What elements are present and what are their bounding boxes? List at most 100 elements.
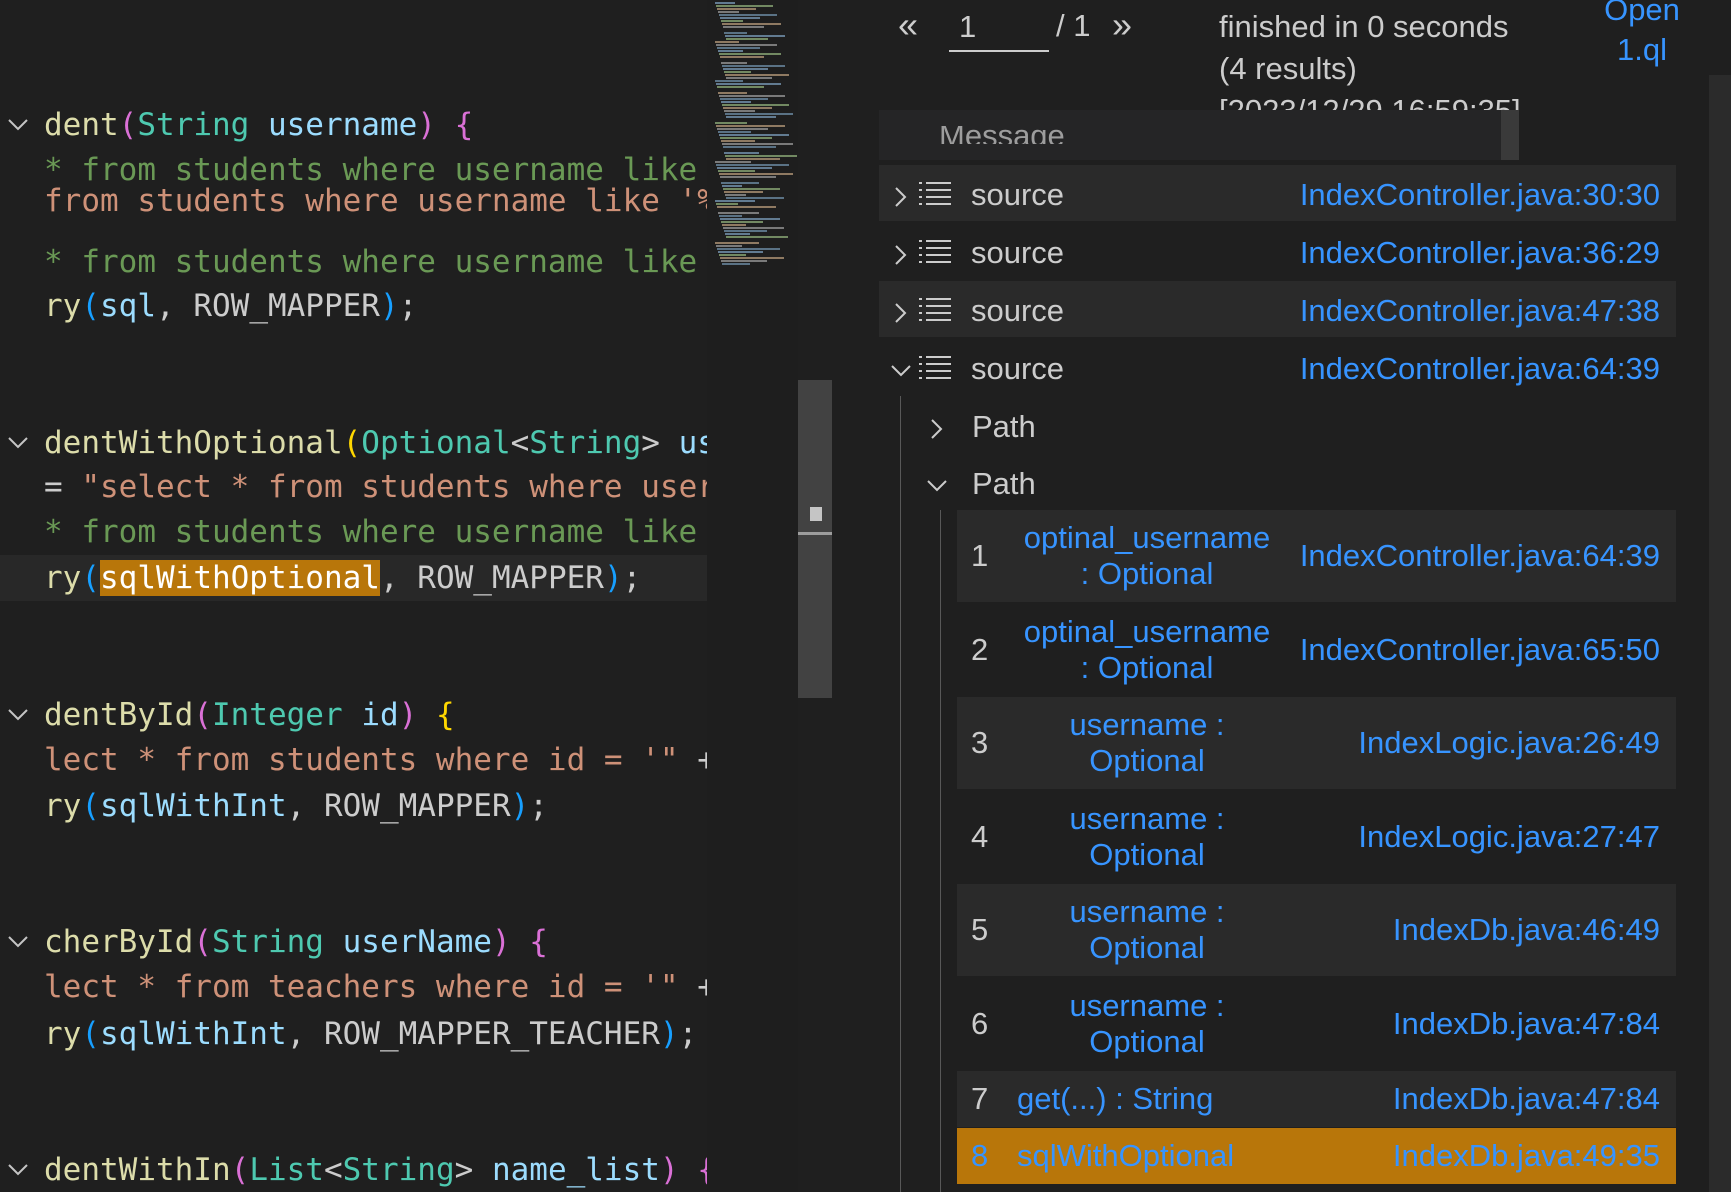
chevron-down-icon[interactable] [925,470,949,506]
open-query-link-line1[interactable]: Open [1552,0,1731,30]
step-node-name[interactable]: username : [1017,988,1277,1024]
step-node-type[interactable]: : Optional [1017,556,1277,592]
result-location-link[interactable]: IndexController.java:64:39 [1300,351,1660,387]
code-line[interactable] [0,1101,707,1147]
code-line[interactable]: ry(sqlWithInt, ROW_MAPPER_TEACHER); [0,1011,707,1057]
code-line[interactable] [0,646,707,692]
fold-chevron-icon[interactable] [6,113,30,137]
step-node-name[interactable]: optinal_username [1017,520,1277,556]
code-line[interactable]: ry(sqlWithInt, ROW_MAPPER); [0,783,707,829]
step-location-link[interactable]: IndexDb.java:49:35 [1393,1138,1660,1174]
step-node-link[interactable]: optinal_username: Optional [1017,614,1277,686]
result-location-link[interactable]: IndexController.java:30:30 [1300,177,1660,213]
step-node-link[interactable]: username : Optional [1017,801,1277,873]
open-query-link[interactable]: Open 1.ql [1552,0,1731,70]
step-node-link[interactable]: optinal_username: Optional [1017,520,1277,592]
step-node-link[interactable]: sqlWithOptional [1017,1138,1417,1174]
path-step-row[interactable]: 4 username : Optional IndexLogic.java:27:47 [957,791,1676,883]
chevron-right-icon[interactable] [889,297,913,333]
step-location-link[interactable]: IndexDb.java:47:84 [1393,1081,1660,1117]
step-number: 8 [971,1138,989,1173]
code-line[interactable]: cherById(String userName) { [0,919,707,965]
step-node-link[interactable]: username : Optional [1017,988,1277,1060]
step-location-link[interactable]: IndexDb.java:46:49 [1393,912,1660,948]
minimap[interactable] [707,0,799,1192]
step-location-link[interactable]: IndexDb.java:47:84 [1393,1006,1660,1042]
result-location-link[interactable]: IndexController.java:36:29 [1300,235,1660,271]
first-page-button[interactable]: « [898,4,918,46]
step-node-name[interactable]: sqlWithOptional [1017,1138,1417,1174]
code-line[interactable]: lect * from students where id = '" + [0,737,707,783]
code-editor[interactable]: dent(String username) { * from students w… [0,0,707,1192]
code-line[interactable] [0,1056,707,1102]
path-step-row[interactable]: 6 username : Optional IndexDb.java:47:84 [957,978,1676,1070]
path-step-row[interactable]: 3 username : Optional IndexLogic.java:26:49 [957,697,1676,789]
page-number-input[interactable] [949,4,1049,52]
fold-chevron-icon[interactable] [6,431,30,455]
code-line[interactable]: * from students where username like [0,509,707,555]
step-location-link[interactable]: IndexController.java:64:39 [1300,538,1660,574]
step-location-link[interactable]: IndexLogic.java:26:49 [1358,725,1660,761]
code-line[interactable]: ry(sql, ROW_MAPPER); [0,283,707,329]
path-step-row[interactable]: 7 get(...) : String IndexDb.java:47:84 [957,1071,1676,1127]
step-node-type[interactable]: Optional [1017,930,1277,966]
result-location-link[interactable]: IndexController.java:47:38 [1300,293,1660,329]
step-node-name[interactable]: username : [1017,707,1277,743]
code-line[interactable]: dentWithOptional(Optional<String> us [0,420,707,466]
step-location-link[interactable]: IndexLogic.java:27:47 [1358,819,1660,855]
code-line[interactable]: dent(String username) { [0,102,707,148]
code-line[interactable] [0,375,707,421]
path-step-row[interactable]: 2 optinal_username: Optional IndexControll… [957,604,1676,696]
chevron-down-icon[interactable] [889,355,913,391]
step-node-type[interactable]: Optional [1017,837,1277,873]
code-line[interactable]: * from students where username like [0,239,707,285]
chevron-right-icon[interactable] [925,413,949,449]
chevron-right-icon[interactable] [889,239,913,275]
code-token: ry [44,788,82,824]
step-node-name[interactable]: optinal_username [1017,614,1277,650]
code-line[interactable]: lect * from teachers where id = '" + [0,964,707,1010]
code-line[interactable]: from students where username like '% [0,178,707,224]
result-row[interactable]: source IndexController.java:47:38 [879,281,1676,337]
code-line[interactable] [0,829,707,875]
path-row[interactable]: Path [880,397,1580,453]
code-line[interactable]: = "select * from students where user [0,464,707,510]
step-node-link[interactable]: username : Optional [1017,894,1277,966]
code-line[interactable]: dentById(Integer id) { [0,692,707,738]
fold-chevron-icon[interactable] [6,703,30,727]
fold-chevron-icon[interactable] [6,1158,30,1182]
step-location-link[interactable]: IndexController.java:65:50 [1300,632,1660,668]
step-node-name[interactable]: get(...) : String [1017,1081,1417,1117]
path-step-row[interactable]: 1 optinal_username: Optional IndexControll… [957,510,1676,602]
code-line[interactable] [0,601,707,647]
code-line[interactable] [0,874,707,920]
minimap-line [720,56,764,58]
chevron-right-icon[interactable] [889,181,913,217]
path-step-row[interactable]: 8 sqlWithOptional IndexDb.java:49:35 [957,1128,1676,1184]
step-node-name[interactable]: username : [1017,801,1277,837]
step-number: 6 [971,1006,989,1041]
code-token: userName [342,924,492,960]
path-row[interactable]: Path [880,454,1580,510]
step-node-type[interactable]: Optional [1017,743,1277,779]
result-row[interactable]: source IndexController.java:36:29 [879,223,1676,279]
scrollbar-thumb[interactable] [798,380,832,698]
fold-chevron-icon[interactable] [6,930,30,954]
step-node-link[interactable]: get(...) : String [1017,1081,1417,1117]
result-row[interactable]: source IndexController.java:30:30 [879,165,1676,221]
step-node-type[interactable]: : Optional [1017,650,1277,686]
step-node-name[interactable]: username : [1017,894,1277,930]
path-step-row[interactable]: 5 username : Optional IndexDb.java:46:49 [957,884,1676,976]
results-scrollbar[interactable] [1709,75,1731,1192]
step-node-link[interactable]: username : Optional [1017,707,1277,779]
result-row[interactable]: source IndexController.java:64:39 [879,339,1676,395]
next-page-button[interactable]: » [1112,4,1132,46]
editor-scrollbar[interactable] [798,0,832,1192]
step-node-type[interactable]: Optional [1017,1024,1277,1060]
code-line[interactable]: dentWithIn(List<String> name_list) { [0,1147,707,1192]
column-header[interactable]: Message [879,110,1519,160]
minimap-line [726,197,784,199]
code-line[interactable]: ry(sqlWithOptional, ROW_MAPPER); [0,555,707,601]
code-line[interactable] [0,329,707,375]
open-query-link-line2[interactable]: 1.ql [1552,30,1731,70]
